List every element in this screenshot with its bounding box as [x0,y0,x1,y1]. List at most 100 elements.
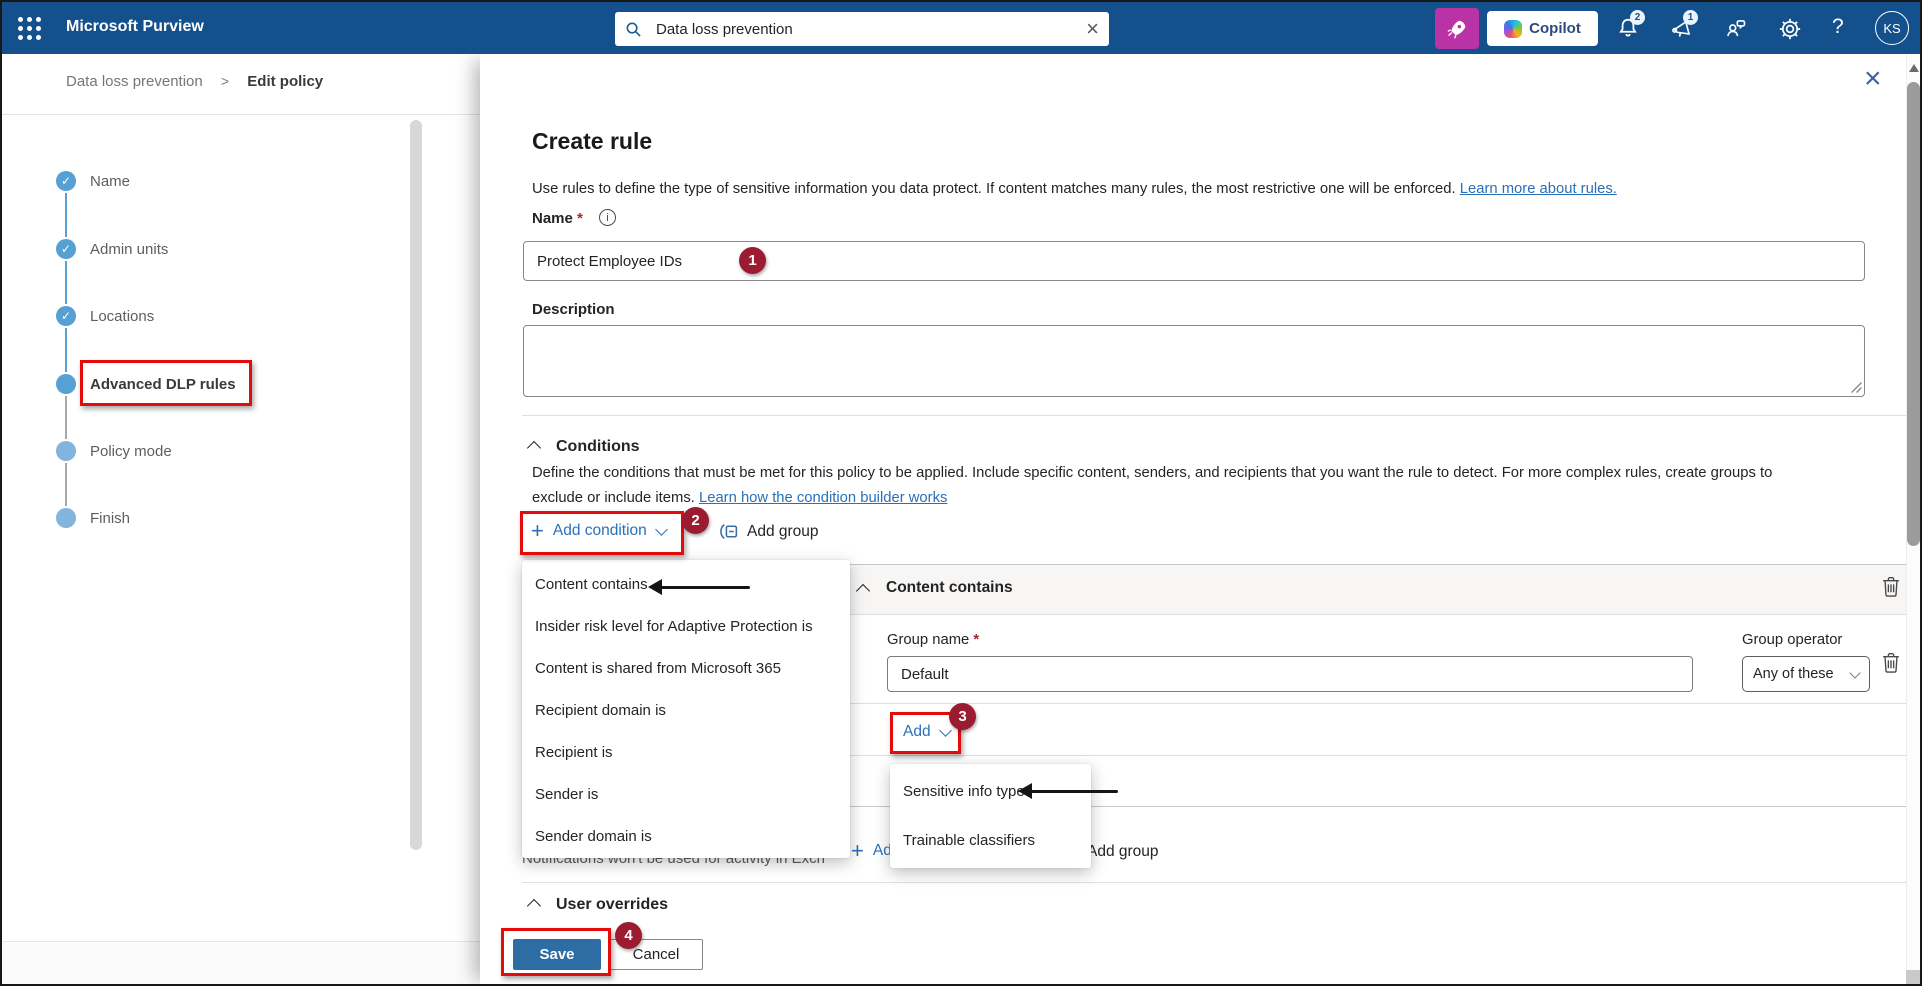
copilot-button[interactable]: Copilot [1487,11,1598,46]
group-name-label: Group name * [887,632,979,648]
close-icon[interactable]: × [1864,64,1882,94]
add-condition-button[interactable]: + Add condition [531,520,666,542]
copilot-logo-icon [1504,20,1522,38]
breadcrumb-current: Edit policy [247,73,323,90]
card-row-divider [846,755,1912,756]
description-label: Description [532,301,615,318]
footer-divider [522,882,1906,883]
step-circle-locations[interactable]: ✓ [56,306,76,326]
announcements-badge: 1 [1683,10,1698,25]
scrollbar-corner [1906,970,1922,984]
add-button[interactable]: Add [903,723,950,741]
plus-icon: + [851,840,864,862]
step-circle-advanced-dlp-rules[interactable] [56,374,76,394]
group-name-input[interactable] [887,656,1693,692]
rule-name-input[interactable] [523,241,1865,281]
step-label-finish[interactable]: Finish [90,510,130,527]
search-clear-icon[interactable]: × [1086,18,1099,40]
top-bar: Microsoft Purview × Copilot [2,2,1920,54]
annotation-badge-3: 3 [949,703,976,730]
breadcrumb-separator: > [221,73,229,89]
header-divider [2,114,480,115]
avatar[interactable]: KS [1875,11,1909,45]
section-divider [522,415,1906,416]
conditions-description-line2: exclude or include items. Learn how the … [532,490,947,506]
group-operator-value: Any of these [1753,666,1834,682]
chevron-down-icon [1849,667,1860,678]
intro-text: Use rules to define the type of sensitiv… [532,181,1617,197]
scrollbar-up-arrow[interactable] [1909,64,1919,72]
step-circle-name[interactable]: ✓ [56,171,76,191]
step-label-name[interactable]: Name [90,173,130,190]
step-connector [65,396,67,439]
menu-item-insider-risk[interactable]: Insider risk level for Adaptive Protecti… [522,605,850,647]
menu-item-sensitive-info-types[interactable]: Sensitive info types [890,767,1091,816]
notifications-badge: 2 [1630,10,1645,25]
app-title: Microsoft Purview [66,18,204,36]
page-footer-area [2,942,480,986]
rule-description-textarea[interactable] [523,325,1865,397]
annotation-badge-1: 1 [739,247,766,274]
required-marker: * [577,210,583,227]
required-marker: * [973,632,979,648]
settings-gear-icon[interactable] [1777,16,1803,42]
step-label-policy-mode[interactable]: Policy mode [90,443,172,460]
chevron-down-icon [655,523,668,536]
textarea-resize-grip[interactable] [1850,381,1862,393]
menu-item-recipient-is[interactable]: Recipient is [522,731,850,773]
step-connector [65,261,67,304]
condition-builder-link[interactable]: Learn how the condition builder works [699,490,947,506]
group-operator-label: Group operator [1742,632,1842,648]
page-title: Create rule [532,128,652,155]
add-group-button[interactable]: Add group [718,522,819,541]
menu-item-sender-domain[interactable]: Sender domain is [522,815,850,857]
step-label-locations[interactable]: Locations [90,308,154,325]
info-icon[interactable]: i [599,209,616,226]
step-circle-admin-units[interactable]: ✓ [56,239,76,259]
chevron-down-icon [939,724,952,737]
global-search[interactable]: × [615,12,1109,46]
intro-sentence: Use rules to define the type of sensitiv… [532,181,1456,197]
step-circle-finish[interactable] [56,508,76,528]
purview-screen: Microsoft Purview × Copilot [0,0,1922,986]
search-icon [625,21,642,38]
search-input[interactable] [654,20,1086,39]
user-overrides-heading: User overrides [556,896,668,914]
left-nav-scrollbar[interactable] [410,120,422,850]
check-icon: ✓ [61,174,71,188]
check-icon: ✓ [61,242,71,256]
save-button[interactable]: Save [513,939,601,970]
step-label-advanced-dlp-rules[interactable]: Advanced DLP rules [90,376,236,393]
menu-item-content-shared[interactable]: Content is shared from Microsoft 365 [522,647,850,689]
menu-item-content-contains[interactable]: Content contains [522,563,850,605]
step-circle-policy-mode[interactable] [56,441,76,461]
card-row-divider [846,703,1912,704]
group-operator-select[interactable]: Any of these [1742,656,1870,692]
menu-item-recipient-domain[interactable]: Recipient domain is [522,689,850,731]
help-icon[interactable]: ? [1832,15,1844,39]
menu-item-trainable-classifiers[interactable]: Trainable classifiers [890,816,1091,865]
check-icon: ✓ [61,309,71,323]
app-launcher-waffle-icon[interactable] [18,17,41,40]
card-heading: Content contains [886,579,1013,597]
step-connector [65,328,67,372]
annotation-badge-4: 4 [615,922,642,949]
plus-icon: + [531,520,544,542]
feedback-person-icon[interactable] [1723,16,1749,42]
step-label-admin-units[interactable]: Admin units [90,241,168,258]
breadcrumb-root[interactable]: Data loss prevention [66,73,203,90]
panel-scrollbar-thumb[interactable] [1907,82,1920,546]
delete-group-trash-icon[interactable] [1882,652,1900,674]
conditions-heading: Conditions [556,438,640,456]
group-icon [718,522,739,541]
step-connector [65,193,67,237]
step-connector [65,463,67,506]
copilot-promo-button[interactable] [1435,8,1479,49]
delete-condition-trash-icon[interactable] [1882,576,1900,598]
copilot-label: Copilot [1529,20,1581,37]
rocket-icon [1445,16,1470,41]
menu-item-sender-is[interactable]: Sender is [522,773,850,815]
name-label: Name * [532,210,583,227]
add-condition-menu: Content contains Insider risk level for … [522,560,850,858]
learn-more-link[interactable]: Learn more about rules. [1460,181,1617,197]
